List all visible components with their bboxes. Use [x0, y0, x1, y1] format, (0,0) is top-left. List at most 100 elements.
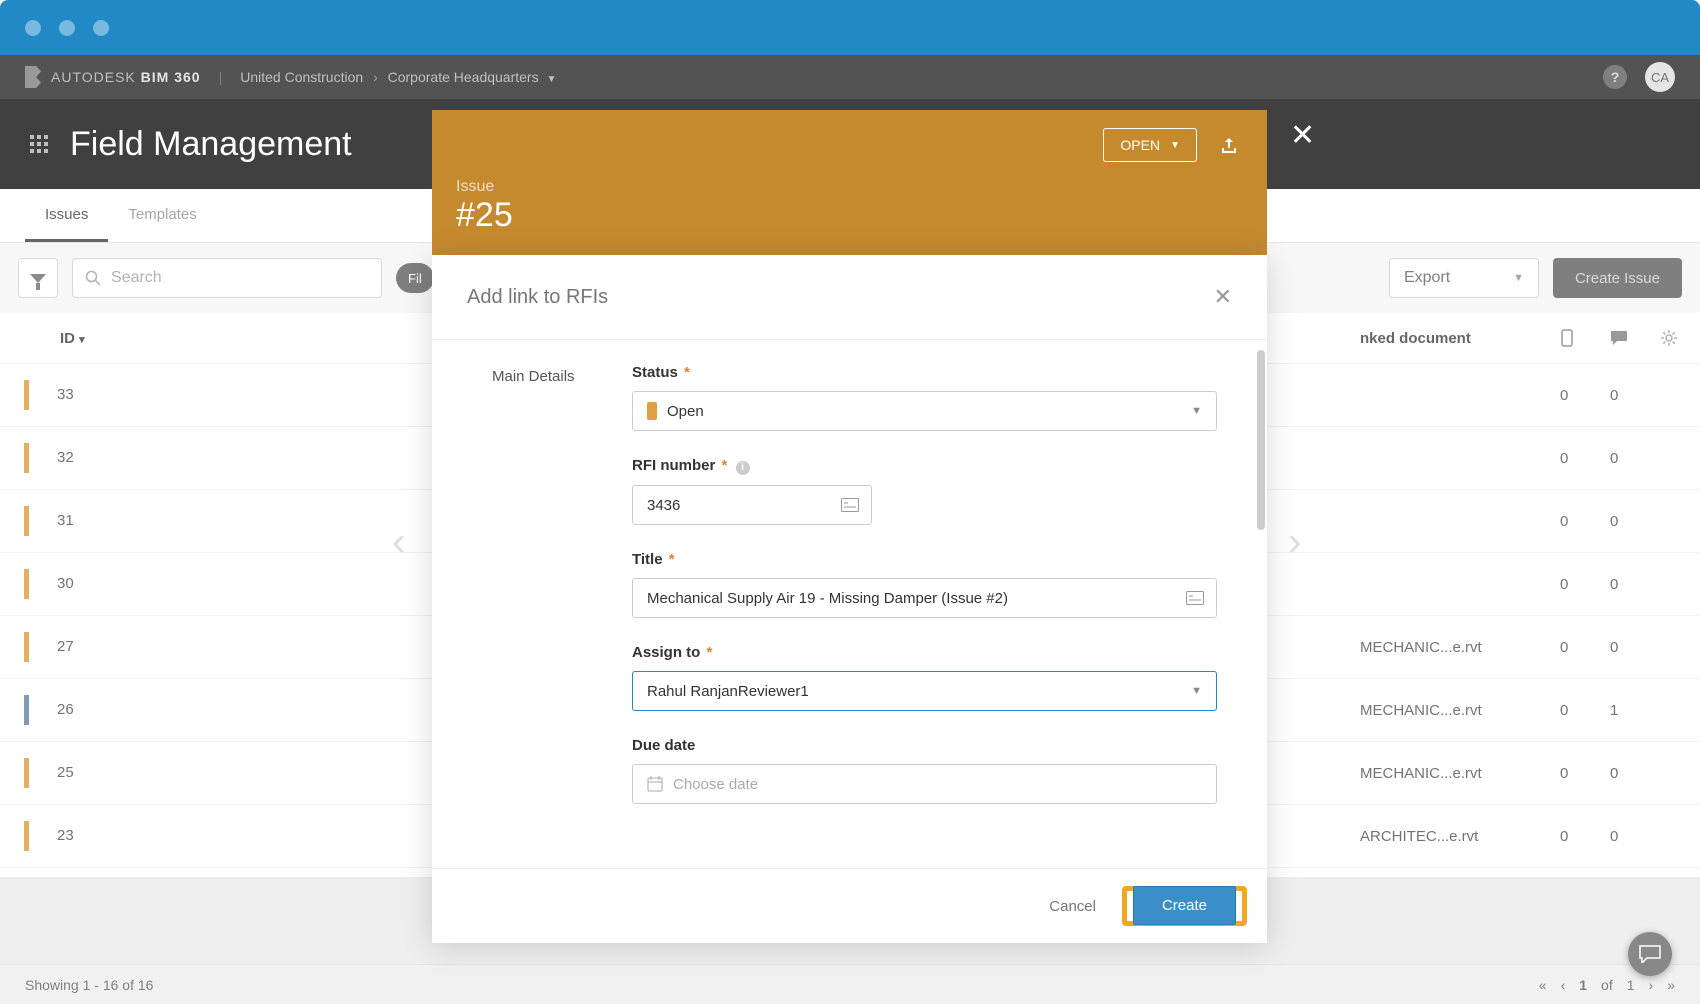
chevron-down-icon: ▼ [1191, 405, 1202, 417]
page-title: Field Management [70, 125, 352, 164]
window-dot[interactable] [93, 20, 109, 36]
page-total: 1 [1627, 977, 1635, 993]
logo-icon [25, 66, 41, 88]
status-bar [24, 443, 29, 473]
col-linked-doc[interactable]: nked document [1350, 313, 1550, 364]
create-button[interactable]: Create [1133, 886, 1236, 925]
status-bar [24, 569, 29, 599]
modal-form: Status * Open ▼ RFI number * i 3436 Ti [632, 340, 1267, 868]
next-issue-button[interactable]: › [1288, 520, 1301, 565]
title-label: Title * [632, 551, 1217, 568]
top-bar: AUTODESK BIM 360 | United Construction ›… [0, 55, 1700, 99]
search-input[interactable]: Search [72, 258, 382, 298]
col-id[interactable]: ID ▾ [0, 313, 500, 364]
search-placeholder: Search [111, 269, 162, 287]
brand-main: BIM 360 [141, 69, 201, 85]
export-label: Export [1404, 269, 1450, 287]
status-chip [647, 402, 657, 420]
open-label: OPEN [1120, 137, 1160, 153]
attachment-icon [1560, 329, 1574, 347]
rfi-number-label: RFI number * i [632, 457, 1217, 475]
status-bar [24, 632, 29, 662]
window-title-bar [0, 0, 1700, 55]
help-icon[interactable]: ? [1603, 65, 1627, 89]
export-button[interactable]: Export ▼ [1389, 258, 1539, 298]
chat-icon [1639, 945, 1661, 963]
status-bar [24, 380, 29, 410]
sidebar-main-details[interactable]: Main Details [492, 368, 632, 385]
prev-issue-button[interactable]: ‹ [392, 520, 405, 565]
due-date-label: Due date [632, 737, 1217, 754]
modal-sidebar: Main Details [432, 340, 632, 868]
title-value: Mechanical Supply Air 19 - Missing Dampe… [647, 590, 1008, 607]
page-current: 1 [1579, 977, 1587, 993]
due-date-input[interactable]: Choose date [632, 764, 1217, 804]
window-dot[interactable] [59, 20, 75, 36]
close-panel-button[interactable]: ✕ [1290, 118, 1315, 153]
assign-to-value: Rahul RanjanReviewer1 [647, 683, 809, 700]
status-bar [24, 695, 29, 725]
avatar[interactable]: CA [1645, 62, 1675, 92]
chat-button[interactable] [1628, 932, 1672, 976]
create-highlight: Create [1122, 886, 1247, 926]
page-first-icon[interactable]: « [1539, 977, 1547, 993]
brand-label: AUTODESK BIM 360 [51, 69, 201, 85]
status-label: Status * [632, 364, 1217, 381]
brand-prefix: AUTODESK [51, 69, 136, 85]
add-link-modal: Add link to RFIs ✕ Main Details Status *… [432, 255, 1267, 943]
showing-label: Showing 1 - 16 of 16 [25, 977, 153, 993]
window-dot[interactable] [25, 20, 41, 36]
card-icon [841, 498, 859, 512]
status-value: Open [667, 403, 704, 420]
page-next-icon[interactable]: › [1649, 977, 1654, 993]
card-icon [1186, 591, 1204, 605]
info-icon[interactable]: i [736, 461, 750, 475]
page-of: of [1601, 977, 1613, 993]
assign-to-select[interactable]: Rahul RanjanReviewer1 ▼ [632, 671, 1217, 711]
col-settings[interactable] [1650, 313, 1700, 364]
col-attachments[interactable] [1550, 313, 1600, 364]
share-icon [1220, 137, 1238, 155]
status-bar [24, 821, 29, 851]
filter-pill[interactable]: Fil [396, 263, 434, 293]
scrollbar[interactable] [1257, 350, 1265, 530]
chevron-down-icon[interactable]: ▼ [547, 74, 557, 85]
modal-header: Add link to RFIs ✕ [432, 255, 1267, 340]
modal-title: Add link to RFIs [467, 286, 608, 309]
comment-icon [1610, 330, 1628, 346]
create-issue-button[interactable]: Create Issue [1553, 258, 1682, 298]
share-button[interactable] [1211, 128, 1247, 164]
col-comments[interactable] [1600, 313, 1650, 364]
chevron-down-icon: ▼ [1170, 140, 1180, 151]
app-switcher-icon[interactable] [30, 135, 48, 153]
breadcrumb-item[interactable]: United Construction [240, 69, 363, 85]
rfi-number-value: 3436 [647, 497, 680, 514]
calendar-icon [647, 776, 663, 792]
divider: | [219, 69, 223, 85]
close-modal-button[interactable]: ✕ [1214, 284, 1232, 310]
gear-icon [1660, 329, 1678, 347]
sort-icon: ▾ [79, 334, 85, 346]
search-icon [85, 270, 101, 286]
breadcrumb[interactable]: United Construction › Corporate Headquar… [240, 69, 556, 85]
title-input[interactable]: Mechanical Supply Air 19 - Missing Dampe… [632, 578, 1217, 618]
status-open-button[interactable]: OPEN ▼ [1103, 128, 1197, 162]
breadcrumb-sep: › [373, 69, 378, 85]
status-bar [24, 506, 29, 536]
tab-issues[interactable]: Issues [25, 189, 108, 242]
chevron-down-icon: ▼ [1191, 685, 1202, 697]
breadcrumb-item[interactable]: Corporate Headquarters [388, 69, 539, 85]
page-last-icon[interactable]: » [1667, 977, 1675, 993]
footer: Showing 1 - 16 of 16 « ‹ 1 of 1 › » [0, 964, 1700, 1004]
filter-button[interactable] [18, 258, 58, 298]
page-prev-icon[interactable]: ‹ [1561, 977, 1566, 993]
rfi-number-input[interactable]: 3436 [632, 485, 872, 525]
status-bar [24, 758, 29, 788]
status-select[interactable]: Open ▼ [632, 391, 1217, 431]
issue-number: #25 [456, 196, 1243, 235]
chevron-down-icon: ▼ [1513, 272, 1524, 284]
tab-templates[interactable]: Templates [108, 189, 216, 242]
due-date-placeholder: Choose date [673, 776, 758, 793]
cancel-button[interactable]: Cancel [1033, 888, 1112, 925]
assign-to-label: Assign to * [632, 644, 1217, 661]
